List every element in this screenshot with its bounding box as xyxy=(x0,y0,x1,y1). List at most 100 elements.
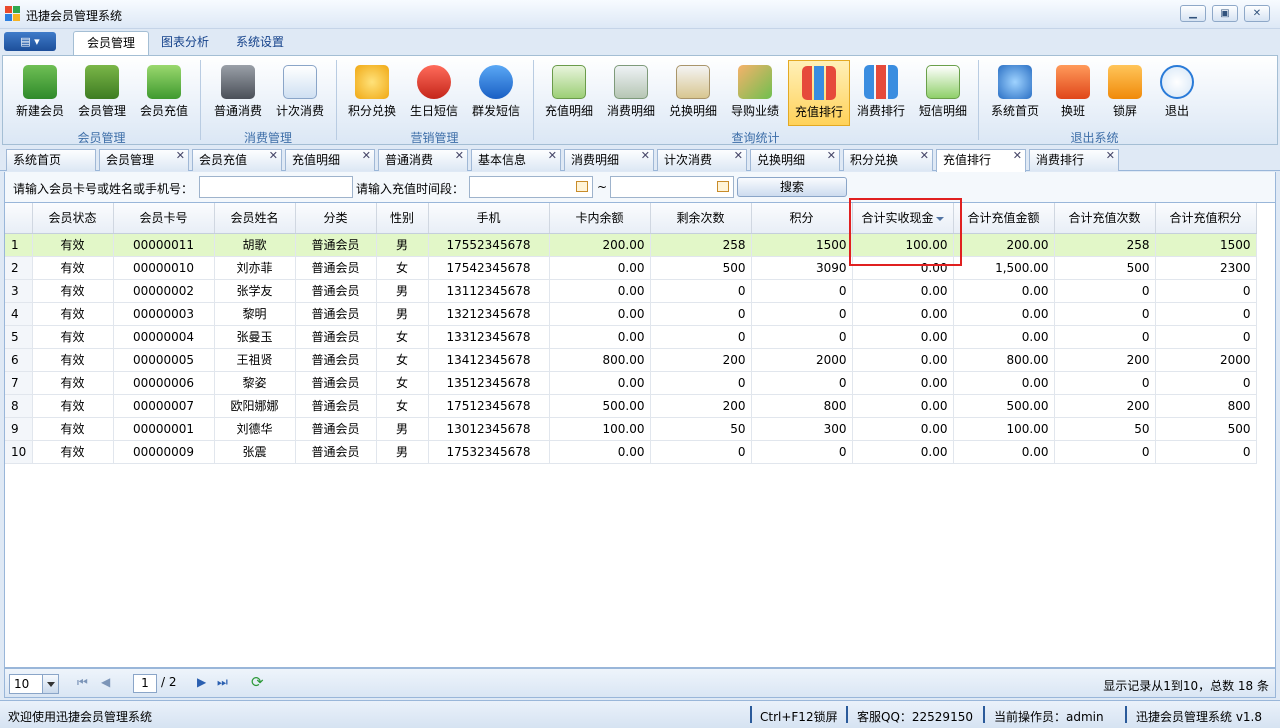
status-divider xyxy=(983,706,985,723)
chevron-down-icon[interactable] xyxy=(42,675,58,693)
app-menu-button[interactable]: ▤ ▾ xyxy=(4,32,56,51)
close-tab-icon[interactable]: ✕ xyxy=(548,146,557,166)
column-header[interactable]: 性别 xyxy=(376,203,429,234)
new-member-button[interactable]: 新建会员 xyxy=(9,60,71,126)
count-consume-button[interactable]: 计次消费 xyxy=(269,60,331,126)
consume-ranking-button[interactable]: 消费排行 xyxy=(850,60,912,126)
close-tab-icon[interactable]: ✕ xyxy=(1106,146,1115,166)
table-cell: 普通会员 xyxy=(295,371,377,395)
doc-tab[interactable]: 系统首页 xyxy=(6,149,96,171)
exit-button[interactable]: 退出 xyxy=(1146,60,1208,126)
column-header[interactable]: 积分 xyxy=(751,203,853,234)
last-page-icon[interactable]: ⏭ xyxy=(217,675,228,690)
close-tab-icon[interactable]: ✕ xyxy=(455,146,464,166)
consume-detail-button[interactable]: 消费明细 xyxy=(600,60,662,126)
search-button[interactable]: 搜索 xyxy=(737,177,847,197)
recharge-detail-button[interactable]: 充值明细 xyxy=(538,60,600,126)
column-header[interactable]: 分类 xyxy=(295,203,377,234)
table-row[interactable]: 6 有效 00000005 王祖贤 普通会员女 13412345678 800.00 200 2… xyxy=(5,348,1257,372)
table-row[interactable]: 8 有效 00000007 欧阳娜娜 普通会员女 17512345678 500.00 200… xyxy=(5,394,1257,418)
column-header[interactable]: 卡内余额 xyxy=(549,203,651,234)
next-page-icon[interactable]: ▶ xyxy=(197,675,206,689)
column-header[interactable]: 会员卡号 xyxy=(113,203,215,234)
column-header[interactable]: 会员状态 xyxy=(32,203,114,234)
member-recharge-button[interactable]: 会员充值 xyxy=(133,60,195,126)
table-row[interactable]: 2 有效 00000010 刘亦菲 普通会员女 17542345678 0.00 500 309… xyxy=(5,256,1257,280)
calendar-icon[interactable] xyxy=(576,181,588,192)
table-cell: 500 xyxy=(1054,256,1156,280)
table-cell: 有效 xyxy=(32,348,114,372)
doc-tab[interactable]: 消费排行 ✕ xyxy=(1029,149,1119,171)
doc-tab[interactable]: 基本信息 ✕ xyxy=(471,149,561,171)
member-management-button[interactable]: 会员管理 xyxy=(71,60,133,126)
group-label-consume: 消费管理 xyxy=(243,131,292,145)
exchange-detail-button[interactable]: 兑换明细 xyxy=(662,60,724,126)
date-from-input[interactable] xyxy=(469,176,593,198)
table-cell: 200 xyxy=(1054,394,1156,418)
close-tab-icon[interactable]: ✕ xyxy=(1013,146,1022,166)
doc-tab[interactable]: 消费明细 ✕ xyxy=(564,149,654,171)
table-row[interactable]: 7 有效 00000006 黎姿 普通会员女 13512345678 0.00 0 0 0.00 0… xyxy=(5,371,1257,395)
sms-detail-button[interactable]: 短信明细 xyxy=(912,60,974,126)
page-number-input[interactable]: 1 xyxy=(133,674,157,693)
system-home-button[interactable]: 系统首页 xyxy=(984,60,1046,126)
column-header[interactable]: 合计实收现金 xyxy=(852,203,954,234)
close-tab-icon[interactable]: ✕ xyxy=(734,146,743,166)
close-tab-icon[interactable]: ✕ xyxy=(362,146,371,166)
normal-consume-button[interactable]: 普通消费 xyxy=(207,60,269,126)
table-cell: 0.00 xyxy=(953,325,1055,349)
column-header[interactable]: 合计充值金额 xyxy=(953,203,1055,234)
doc-tab[interactable]: 会员管理 ✕ xyxy=(99,149,189,171)
row-number-cell: 8 xyxy=(5,394,33,418)
table-cell: 0 xyxy=(1054,440,1156,464)
compass-icon xyxy=(998,65,1032,99)
tab-system-settings[interactable]: 系统设置 xyxy=(223,31,297,55)
table-cell: 00000005 xyxy=(113,348,215,372)
close-tab-icon[interactable]: ✕ xyxy=(827,146,836,166)
table-row[interactable]: 5 有效 00000004 张曼玉 普通会员女 13312345678 0.00 0 0 0.00… xyxy=(5,325,1257,349)
prev-page-icon[interactable]: ◀ xyxy=(101,675,110,689)
table-row[interactable]: 10 有效 00000009 张震 普通会员男 17532345678 0.00 0 0 0.00… xyxy=(5,440,1257,464)
table-cell: 女 xyxy=(376,371,429,395)
group-sms-button[interactable]: 群发短信 xyxy=(465,60,527,126)
close-tab-icon[interactable]: ✕ xyxy=(641,146,650,166)
table-row[interactable]: 4 有效 00000003 黎明 普通会员男 13212345678 0.00 0 0 0.00 0… xyxy=(5,302,1257,326)
doc-tab[interactable]: 会员充值 ✕ xyxy=(192,149,282,171)
keyword-label: 请输入会员卡号或姓名或手机号： xyxy=(13,182,194,196)
close-tab-icon[interactable]: ✕ xyxy=(920,146,929,166)
close-tab-icon[interactable]: ✕ xyxy=(176,146,185,166)
tab-member-management[interactable]: 会员管理 xyxy=(73,31,150,55)
doc-tab-label: 兑换明细 xyxy=(757,153,806,167)
table-cell: 200 xyxy=(1054,348,1156,372)
minimize-button[interactable]: ▁ xyxy=(1180,5,1206,22)
page-size-select[interactable]: 10 xyxy=(9,674,59,694)
column-header[interactable]: 合计充值次数 xyxy=(1054,203,1156,234)
doc-tab[interactable]: 兑换明细 ✕ xyxy=(750,149,840,171)
maximize-button[interactable]: ▣ xyxy=(1212,5,1238,22)
table-row[interactable]: 1 有效 00000011 胡歌 普通会员男 17552345678 200.00 258 15… xyxy=(5,233,1257,257)
first-page-icon[interactable]: ⏮ xyxy=(77,675,88,690)
tab-chart-analysis[interactable]: 图表分析 xyxy=(148,31,222,55)
refresh-icon[interactable]: ⟳ xyxy=(251,673,264,691)
doc-tab[interactable]: 普通消费 ✕ xyxy=(378,149,468,171)
calendar-icon[interactable] xyxy=(717,181,729,192)
column-header[interactable]: 手机 xyxy=(428,203,550,234)
table-row[interactable]: 9 有效 00000001 刘德华 普通会员男 13012345678 100.00 50 30… xyxy=(5,417,1257,441)
guide-performance-button[interactable]: 导购业绩 xyxy=(724,60,786,126)
doc-tab[interactable]: 积分兑换 ✕ xyxy=(843,149,933,171)
column-header[interactable]: 会员姓名 xyxy=(214,203,296,234)
birthday-sms-button[interactable]: 生日短信 xyxy=(403,60,465,126)
column-header[interactable]: 合计充值积分 xyxy=(1155,203,1257,234)
doc-tab-active[interactable]: 充值排行 ✕ xyxy=(936,149,1026,172)
close-tab-icon[interactable]: ✕ xyxy=(269,146,278,166)
table-row[interactable]: 3 有效 00000002 张学友 普通会员男 13112345678 0.00 0 0 0.00… xyxy=(5,279,1257,303)
doc-tab[interactable]: 充值明细 ✕ xyxy=(285,149,375,171)
keyword-input[interactable] xyxy=(199,176,353,198)
table-cell: 00000011 xyxy=(113,233,215,257)
recharge-ranking-button[interactable]: 充值排行 xyxy=(788,60,850,126)
close-window-button[interactable]: ✕ xyxy=(1244,5,1270,22)
date-to-input[interactable] xyxy=(610,176,734,198)
column-header[interactable]: 剩余次数 xyxy=(650,203,752,234)
doc-tab[interactable]: 计次消费 ✕ xyxy=(657,149,747,171)
points-exchange-button[interactable]: 积分兑换 xyxy=(341,60,403,126)
